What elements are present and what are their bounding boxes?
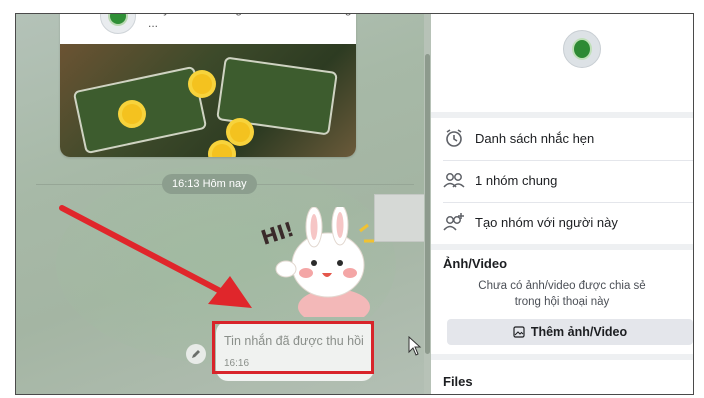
option-label: 1 nhóm chung: [475, 172, 558, 188]
option-label: Tạo nhóm với người này: [475, 214, 618, 230]
flower: [212, 144, 232, 157]
media-empty-line1: Chưa có ảnh/video được chia sẻ: [478, 280, 646, 292]
option-label: Danh sách nhắc hẹn: [475, 130, 595, 146]
bunny-sticker: HI!: [258, 207, 374, 317]
option-reminders[interactable]: Danh sách nhắc hẹn: [443, 126, 594, 150]
pencil-icon: [192, 350, 200, 358]
alarm-clock-icon: [443, 127, 465, 149]
preview-photo: [60, 44, 356, 157]
red-arrow-annotation: [59, 205, 252, 308]
add-media-button[interactable]: Thêm ảnh/Video: [447, 319, 693, 345]
files-card: Files: [431, 360, 693, 394]
preview-text: Hãy bắt đầu cùng nhau chia sẻ những ...: [148, 14, 352, 30]
media-section-title: Ảnh/Video: [443, 256, 508, 271]
profile-avatar[interactable]: [563, 30, 601, 68]
gray-thumbnail[interactable]: [374, 194, 426, 242]
time-divider-label: 16:13 Hôm nay: [162, 174, 257, 194]
flower: [122, 104, 142, 124]
chat-scrollbar[interactable]: [424, 14, 431, 394]
highlight-box-annotation: [212, 321, 374, 374]
conversation-info-pane: Danh sách nhắc hẹn 1 nhóm chung Tạo nhóm…: [431, 14, 693, 394]
chat-pane: Hãy bắt đầu cùng nhau chia sẻ những ... …: [16, 14, 431, 394]
option-separator: [443, 160, 693, 161]
shared-link-preview[interactable]: Hãy bắt đầu cùng nhau chia sẻ những ...: [60, 14, 356, 157]
preview-avatar: [100, 14, 136, 34]
media-empty-line2: trong hội thoại này: [514, 296, 610, 308]
files-section-title: Files: [443, 374, 473, 389]
mouse-cursor-icon: [408, 336, 422, 356]
sticker-text: HI!: [258, 217, 297, 250]
app-window: Hãy bắt đầu cùng nhau chia sẻ những ... …: [15, 13, 694, 395]
edit-pencil-button[interactable]: [186, 344, 206, 364]
options-card: Danh sách nhắc hẹn 1 nhóm chung Tạo nhóm…: [431, 118, 693, 244]
option-create-group[interactable]: Tạo nhóm với người này: [443, 210, 618, 234]
add-group-icon: [443, 211, 465, 233]
group-icon: [443, 169, 465, 191]
option-common-groups[interactable]: 1 nhóm chung: [443, 168, 557, 192]
profile-card: [431, 14, 693, 112]
option-separator: [443, 202, 693, 203]
add-media-label: Thêm ảnh/Video: [530, 325, 628, 339]
chat-scroll-thumb[interactable]: [425, 54, 430, 354]
flower: [230, 122, 250, 142]
image-icon: [513, 326, 525, 338]
flower: [192, 74, 212, 94]
